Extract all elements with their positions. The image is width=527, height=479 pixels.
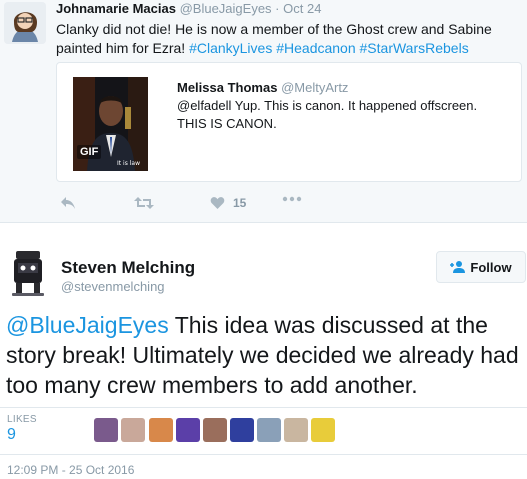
liker-avatar[interactable] bbox=[311, 418, 335, 442]
liker-avatar[interactable] bbox=[257, 418, 281, 442]
liker-avatar[interactable] bbox=[284, 418, 308, 442]
tweet-text: Clanky did not die! He is now a member o… bbox=[56, 20, 516, 58]
liker-avatar[interactable] bbox=[149, 418, 173, 442]
quoted-user-handle[interactable]: @MeltyArtz bbox=[281, 80, 348, 95]
mention-link[interactable]: @BlueJaigEyes bbox=[6, 312, 169, 338]
tweet-timestamp[interactable]: 12:09 PM - 25 Oct 2016 bbox=[7, 463, 134, 477]
hashtag-link[interactable]: #StarWarsRebels bbox=[360, 40, 469, 56]
liker-avatar-fill bbox=[284, 418, 308, 442]
liker-avatar[interactable] bbox=[230, 418, 254, 442]
liker-avatar-fill bbox=[94, 418, 118, 442]
avatar[interactable] bbox=[10, 249, 46, 297]
tweet-header: Johnamarie Macias @BlueJaigEyes · Oct 24 bbox=[56, 1, 321, 16]
quoted-text: @elfadell Yup. This is canon. It happene… bbox=[177, 98, 478, 131]
user-name[interactable]: Steven Melching bbox=[61, 258, 195, 278]
avatar[interactable] bbox=[4, 2, 46, 44]
gif-caption: It is law bbox=[117, 160, 140, 167]
like-count: 15 bbox=[233, 196, 247, 210]
user-handle[interactable]: @BlueJaigEyes bbox=[180, 1, 272, 16]
user-handle[interactable]: @stevenmelching bbox=[61, 279, 165, 294]
liker-avatar-fill bbox=[203, 418, 227, 442]
quoted-user-name[interactable]: Melissa Thomas bbox=[177, 80, 277, 95]
follow-label: Follow bbox=[470, 259, 512, 275]
add-user-icon bbox=[450, 261, 466, 273]
liker-avatar-fill bbox=[230, 418, 254, 442]
quoted-header: Melissa Thomas @MeltyArtz bbox=[177, 80, 348, 95]
more-icon bbox=[282, 196, 302, 202]
user-name[interactable]: Johnamarie Macias bbox=[56, 1, 176, 16]
liker-avatar-fill bbox=[121, 418, 145, 442]
likes-count[interactable]: 9 bbox=[7, 426, 16, 444]
retweet-icon bbox=[134, 197, 154, 209]
gif-thumbnail[interactable]: It is law GIF bbox=[73, 77, 148, 171]
tweet-actions: 15 bbox=[56, 196, 356, 216]
previous-tweet[interactable]: Johnamarie Macias @BlueJaigEyes · Oct 24… bbox=[0, 0, 527, 223]
liker-avatar-fill bbox=[257, 418, 281, 442]
reply-button[interactable] bbox=[60, 196, 76, 210]
hashtag-link[interactable]: #Headcanon bbox=[276, 40, 355, 56]
liker-avatar-fill bbox=[149, 418, 173, 442]
retweet-button[interactable] bbox=[134, 196, 154, 210]
quoted-tweet[interactable]: It is law GIF Melissa Thomas @MeltyArtz … bbox=[56, 62, 522, 182]
divider bbox=[0, 454, 527, 455]
tweet-text: @BlueJaigEyes This idea was discussed at… bbox=[6, 310, 526, 400]
liker-avatar[interactable] bbox=[121, 418, 145, 442]
tweet-date[interactable]: Oct 24 bbox=[283, 1, 321, 16]
divider bbox=[0, 407, 527, 408]
liker-avatar[interactable] bbox=[176, 418, 200, 442]
liker-avatar[interactable] bbox=[203, 418, 227, 442]
separator: · bbox=[275, 1, 280, 16]
more-button[interactable] bbox=[282, 196, 302, 202]
reply-icon bbox=[61, 197, 75, 209]
liker-avatar-fill bbox=[311, 418, 335, 442]
heart-icon bbox=[210, 197, 225, 209]
follow-button[interactable]: Follow bbox=[436, 251, 526, 283]
like-button[interactable]: 15 bbox=[210, 196, 246, 210]
hashtag-link[interactable]: #ClankyLives bbox=[189, 40, 272, 56]
likes-label: LIKES bbox=[7, 414, 37, 425]
gif-badge: GIF bbox=[77, 145, 102, 159]
liker-avatar[interactable] bbox=[94, 418, 118, 442]
liker-avatar-fill bbox=[176, 418, 200, 442]
